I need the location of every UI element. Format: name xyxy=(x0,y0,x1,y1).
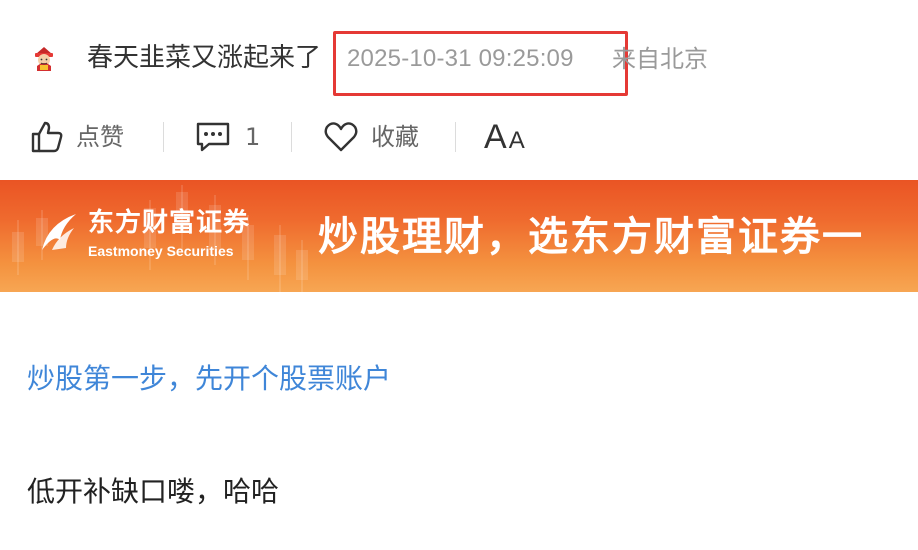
post-location: 来自北京 xyxy=(612,45,708,73)
font-size-large-glyph: A xyxy=(484,118,507,156)
banner-slogan: 炒股理财，选东方财富证券一 xyxy=(318,214,864,260)
action-divider xyxy=(163,122,164,152)
banner-brand-name: 东方财富证券 xyxy=(88,208,251,238)
like-label: 点赞 xyxy=(76,123,124,151)
like-button[interactable]: 点赞 xyxy=(30,112,124,162)
comment-button[interactable]: 1 xyxy=(195,112,260,162)
post-body-text: 低开补缺口喽，哈哈 xyxy=(27,475,280,508)
post-action-bar: 点赞 1 收藏 A A xyxy=(0,112,918,162)
avatar[interactable] xyxy=(30,44,58,72)
author-name[interactable]: 春天韭菜又涨起来了 xyxy=(87,40,321,76)
comment-icon xyxy=(196,122,230,152)
font-size-small-glyph: A xyxy=(508,127,525,154)
favorite-button[interactable]: 收藏 xyxy=(323,112,419,162)
action-divider xyxy=(291,122,292,152)
post-meta-row: 春天韭菜又涨起来了 2025-10-31 09:25:09 来自北京 xyxy=(0,0,918,118)
favorite-label: 收藏 xyxy=(371,123,419,151)
eastmoney-ad-banner[interactable]: 东方财富证券 Eastmoney Securities 炒股理财，选东方财富证券… xyxy=(0,180,918,292)
heart-icon xyxy=(324,122,358,152)
open-account-link[interactable]: 炒股第一步，先开个股票账户 xyxy=(27,361,391,397)
font-size-toggle[interactable]: A A xyxy=(484,114,525,160)
thumbs-up-icon xyxy=(31,121,63,153)
eastmoney-logo-icon xyxy=(42,214,76,250)
fortune-god-avatar-icon xyxy=(35,47,53,71)
banner-brand-name-en: Eastmoney Securities xyxy=(88,243,234,259)
post-timestamp: 2025-10-31 09:25:09 xyxy=(347,45,574,72)
comment-count: 1 xyxy=(245,123,261,151)
action-divider xyxy=(455,122,456,152)
